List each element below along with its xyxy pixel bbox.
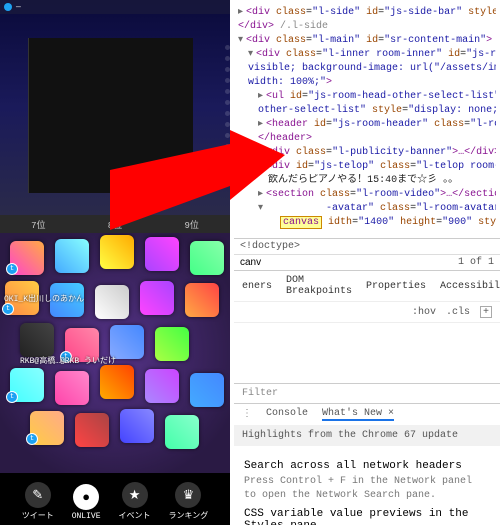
whats-new-header: Highlights from the Chrome 67 update — [234, 425, 500, 446]
rank-badge: 11位 — [161, 171, 189, 189]
dom-line: </header> — [238, 132, 496, 146]
avatar[interactable] — [165, 415, 199, 449]
twitter-icon[interactable]: t — [6, 263, 18, 275]
avatar[interactable] — [100, 365, 134, 399]
find-input[interactable] — [240, 257, 300, 268]
event-button[interactable]: ★ イベント — [119, 482, 151, 521]
dom-text: 飲んだらピアノやる！15:40まで☆彡 。。 — [238, 174, 496, 188]
ranking-button[interactable]: ♛ ランキング — [169, 482, 209, 521]
twitter-icon[interactable]: t — [26, 433, 38, 445]
avatar[interactable] — [155, 327, 189, 361]
topbar-text: — — [16, 3, 21, 12]
room-panel: — 11位 7位 8位 9位 t t OKI_K出川しのあかん t RKB@高橋… — [0, 0, 230, 525]
plus-icon[interactable]: + — [480, 306, 492, 318]
tab-whats-new[interactable]: What's New × — [322, 408, 394, 421]
room-topbar: — — [0, 0, 230, 14]
dom-line: width: 100%;"> — [238, 76, 496, 90]
dom-line[interactable]: ▸<div class="l-side" id="js-side-bar" st… — [238, 6, 496, 20]
avatar[interactable] — [140, 281, 174, 315]
tab-dom-breakpoints[interactable]: DOM Breakpoints — [286, 275, 352, 297]
dot-icon: ● — [73, 484, 99, 510]
breadcrumb-text: <!doctype> — [240, 241, 300, 252]
side-dots — [225, 45, 230, 160]
username: RKB@高橋…@RKB ういだけ — [20, 355, 116, 366]
avatar[interactable] — [20, 323, 54, 357]
tab-listeners[interactable]: eners — [242, 281, 272, 292]
tab-accessibility[interactable]: Accessibility — [440, 281, 500, 292]
star-icon: ★ — [122, 482, 148, 508]
hov-toggle[interactable]: :hov — [412, 307, 436, 318]
tab-console[interactable]: Console — [266, 408, 308, 421]
dom-line[interactable]: ▸<div class="l-publicity-banner">…</div> — [238, 146, 496, 160]
dom-line: visible; background-image: url("/assets/… — [238, 62, 496, 76]
dom-line[interactable]: ▸<section class="l-room-video">…</sectio… — [238, 188, 496, 202]
btn-label: イベント — [119, 510, 151, 521]
dom-line[interactable]: ▾<div class="l-inner room-inner" id="js-… — [238, 48, 496, 62]
btn-label: ランキング — [169, 510, 209, 521]
dom-line[interactable]: ▾<div class="l-main" id="sr-content-main… — [238, 34, 496, 48]
avatar[interactable] — [185, 283, 219, 317]
btn-label: ツイート — [22, 510, 54, 521]
devtools-panel: ▸<div class="l-side" id="js-side-bar" st… — [234, 0, 500, 525]
dom-line-canvas[interactable]: canvas idth="1400" height="900" style="c… — [238, 216, 496, 230]
username: OKI_K出川しのあかん — [4, 293, 84, 304]
dom-line: other-select-list" style="display: none;… — [238, 104, 496, 118]
filter-placeholder: Filter — [242, 388, 278, 399]
dom-line[interactable]: ▸<header id="js-room-header" class="l-ro… — [238, 118, 496, 132]
find-bar: 1 of 1 — [234, 254, 500, 270]
wn-heading: CSS variable value previews in the Style… — [244, 508, 490, 525]
avatar[interactable] — [190, 241, 224, 275]
whats-new-body: Search across all network headers Press … — [234, 446, 500, 525]
btn-label: ONLIVE — [72, 512, 101, 521]
dom-line[interactable]: ▾<div id="js-telop" class="l-telop room-… — [238, 160, 496, 174]
avatar[interactable] — [120, 409, 154, 443]
dom-line[interactable]: ▸<ul id="js-room-head-other-select-list"… — [238, 90, 496, 104]
avatar[interactable] — [55, 371, 89, 405]
find-count: 1 of 1 — [458, 257, 494, 268]
avatar-area[interactable]: t t OKI_K出川しのあかん t RKB@高橋…@RKB ういだけ t t — [0, 233, 230, 473]
rank-cell[interactable]: 7位 — [0, 218, 77, 231]
dom-line: </div> /.l-side — [238, 20, 496, 34]
wn-text: Press Control + F in the Network panel t… — [244, 475, 490, 502]
avatar[interactable] — [95, 285, 129, 319]
tab-properties[interactable]: Properties — [366, 281, 426, 292]
bottom-bar: ✎ ツイート ● ONLIVE ★ イベント ♛ ランキング — [0, 473, 230, 525]
avatar[interactable] — [145, 369, 179, 403]
avatar[interactable] — [190, 373, 224, 407]
twitter-icon[interactable] — [4, 3, 12, 11]
wn-heading: Search across all network headers — [244, 460, 490, 472]
avatar[interactable] — [75, 413, 109, 447]
cls-toggle[interactable]: .cls — [446, 307, 470, 318]
drawer-tabs: ⋮ Console What's New × — [234, 403, 500, 425]
tweet-button[interactable]: ✎ ツイート — [22, 482, 54, 521]
rank-cell[interactable]: 8位 — [77, 218, 154, 231]
styles-tabs: eners DOM Breakpoints Properties Accessi… — [234, 270, 500, 301]
onlive-button[interactable]: ● ONLIVE — [72, 484, 101, 521]
dom-line[interactable]: ▾xxxxxxxxxx-avatar" class="l-room-avatar… — [238, 202, 496, 216]
rank-row: 7位 8位 9位 — [0, 215, 230, 233]
twitter-icon[interactable]: t — [6, 391, 18, 403]
video-area[interactable]: 11位 — [28, 38, 193, 193]
dom-tree[interactable]: ▸<div class="l-side" id="js-side-bar" st… — [234, 0, 500, 238]
styles-controls: :hov .cls + — [234, 301, 500, 323]
avatar[interactable] — [100, 235, 134, 269]
close-icon[interactable]: × — [388, 408, 394, 419]
styles-filter[interactable]: Filter — [234, 383, 500, 403]
breadcrumb[interactable]: <!doctype> — [234, 238, 500, 254]
avatar[interactable] — [55, 239, 89, 273]
avatar[interactable] — [110, 325, 144, 359]
rank-cell[interactable]: 9位 — [153, 218, 230, 231]
canvas-tag-highlight: canvas — [280, 216, 322, 229]
twitter-icon[interactable]: t — [2, 303, 14, 315]
avatar[interactable] — [145, 237, 179, 271]
styles-body[interactable] — [234, 323, 500, 383]
pencil-icon: ✎ — [25, 482, 51, 508]
drawer-menu-icon[interactable]: ⋮ — [242, 408, 252, 421]
tab-label: What's New — [322, 408, 382, 419]
crown-icon: ♛ — [175, 482, 201, 508]
